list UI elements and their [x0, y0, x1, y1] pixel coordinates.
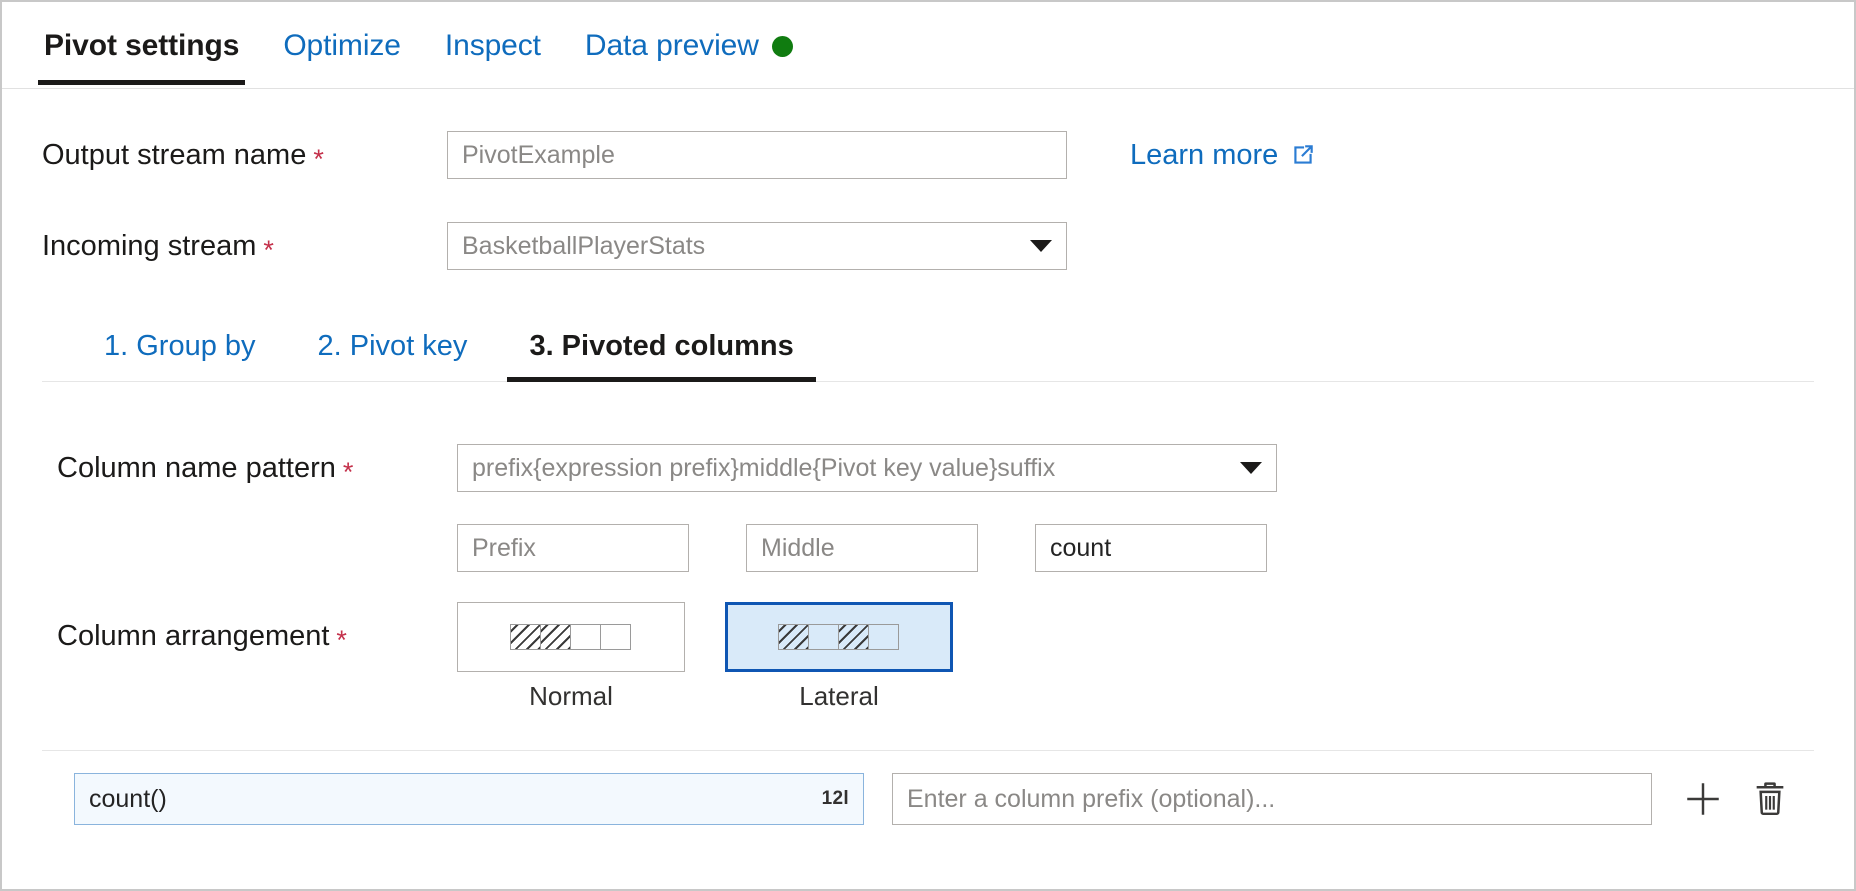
pivoted-column-entry-row: count() 12l Enter a column prefix (optio… [42, 750, 1814, 825]
subtab-pivot-key[interactable]: 2. Pivot key [296, 320, 490, 381]
lateral-cells-diagram [779, 624, 899, 650]
pivot-step-tab-bar: 1. Group by 2. Pivot key 3. Pivoted colu… [42, 320, 1814, 382]
trash-icon [1750, 779, 1790, 819]
column-prefix-input[interactable]: Enter a column prefix (optional)... [892, 773, 1652, 825]
tab-inspect[interactable]: Inspect [423, 2, 563, 85]
output-stream-value: PivotExample [462, 141, 1052, 170]
pattern-suffix-input[interactable]: count [1035, 524, 1267, 572]
tab-pivot-settings[interactable]: Pivot settings [22, 2, 261, 85]
chevron-down-icon [1240, 462, 1262, 474]
status-dot-icon [772, 36, 793, 57]
pattern-prefix-value: Prefix [472, 534, 674, 563]
pattern-middle-value: Middle [761, 534, 963, 563]
subtab-label: 1. Group by [104, 330, 256, 362]
expression-input[interactable]: count() 12l [74, 773, 864, 825]
arrangement-option-normal-wrap: Normal [457, 602, 685, 712]
diagram-cell-hatched [778, 624, 809, 650]
plus-icon [1682, 778, 1724, 820]
expression-type-badge: 12l [822, 788, 849, 810]
pivot-settings-panel: Pivot settings Optimize Inspect Data pre… [0, 0, 1856, 891]
tab-label: Pivot settings [44, 29, 239, 62]
subtab-group-by[interactable]: 1. Group by [82, 320, 278, 381]
label-text: Output stream name [42, 139, 306, 171]
diagram-cell-hatched [510, 624, 541, 650]
tab-data-preview[interactable]: Data preview [563, 2, 815, 85]
arrangement-normal-label: Normal [457, 681, 685, 712]
column-name-pattern-label: Column name pattern* [57, 452, 457, 485]
column-name-pattern-value: prefix{expression prefix}middle{Pivot ke… [472, 454, 1230, 483]
label-text: Incoming stream [42, 230, 256, 262]
incoming-stream-label: Incoming stream* [42, 230, 447, 263]
label-text: Column name pattern [57, 452, 336, 484]
required-asterisk: * [336, 625, 347, 655]
column-arrangement-label: Column arrangement* [57, 602, 457, 653]
subtab-label: 2. Pivot key [318, 330, 468, 362]
diagram-cell-hatched [838, 624, 869, 650]
tab-optimize[interactable]: Optimize [261, 2, 423, 85]
tab-label: Data preview [585, 29, 759, 63]
output-stream-input[interactable]: PivotExample [447, 131, 1067, 179]
incoming-stream-row: Incoming stream* BasketballPlayerStats [2, 222, 1854, 270]
column-arrangement-row: Column arrangement* Normal [2, 602, 1854, 712]
incoming-stream-value: BasketballPlayerStats [462, 232, 1020, 261]
output-stream-label: Output stream name* [42, 139, 447, 172]
pattern-suffix-value: count [1050, 534, 1252, 563]
delete-column-button[interactable] [1750, 779, 1790, 819]
column-name-pattern-dropdown[interactable]: prefix{expression prefix}middle{Pivot ke… [457, 444, 1277, 492]
pattern-parts-row: Prefix Middle count [2, 524, 1854, 572]
diagram-cell-plain [868, 624, 899, 650]
required-asterisk: * [313, 144, 324, 174]
arrangement-option-lateral[interactable] [725, 602, 953, 672]
learn-more-label: Learn more [1130, 139, 1278, 172]
subtab-pivoted-columns[interactable]: 3. Pivoted columns [507, 320, 815, 381]
arrangement-option-normal[interactable] [457, 602, 685, 672]
column-name-pattern-row: Column name pattern* prefix{expression p… [2, 444, 1854, 492]
expression-value: count() [89, 785, 822, 814]
arrangement-option-lateral-wrap: Lateral [725, 602, 953, 712]
pattern-prefix-input[interactable]: Prefix [457, 524, 689, 572]
required-asterisk: * [263, 235, 274, 265]
label-text: Column arrangement [57, 620, 329, 652]
pattern-middle-input[interactable]: Middle [746, 524, 978, 572]
subtab-label: 3. Pivoted columns [529, 330, 793, 362]
diagram-cell-hatched [540, 624, 571, 650]
add-column-button[interactable] [1682, 778, 1724, 820]
column-prefix-placeholder: Enter a column prefix (optional)... [907, 785, 1637, 814]
learn-more-link[interactable]: Learn more [1130, 139, 1316, 172]
chevron-down-icon [1030, 240, 1052, 252]
diagram-cell-plain [570, 624, 601, 650]
external-link-icon [1290, 142, 1316, 168]
normal-cells-diagram [511, 624, 631, 650]
incoming-stream-dropdown[interactable]: BasketballPlayerStats [447, 222, 1067, 270]
required-asterisk: * [343, 457, 354, 487]
arrangement-lateral-label: Lateral [725, 681, 953, 712]
tab-label: Inspect [445, 29, 541, 62]
tab-label: Optimize [283, 29, 401, 62]
diagram-cell-plain [600, 624, 631, 650]
top-tab-bar: Pivot settings Optimize Inspect Data pre… [2, 2, 1854, 89]
output-stream-row: Output stream name* PivotExample Learn m… [2, 131, 1854, 179]
diagram-cell-plain [808, 624, 839, 650]
